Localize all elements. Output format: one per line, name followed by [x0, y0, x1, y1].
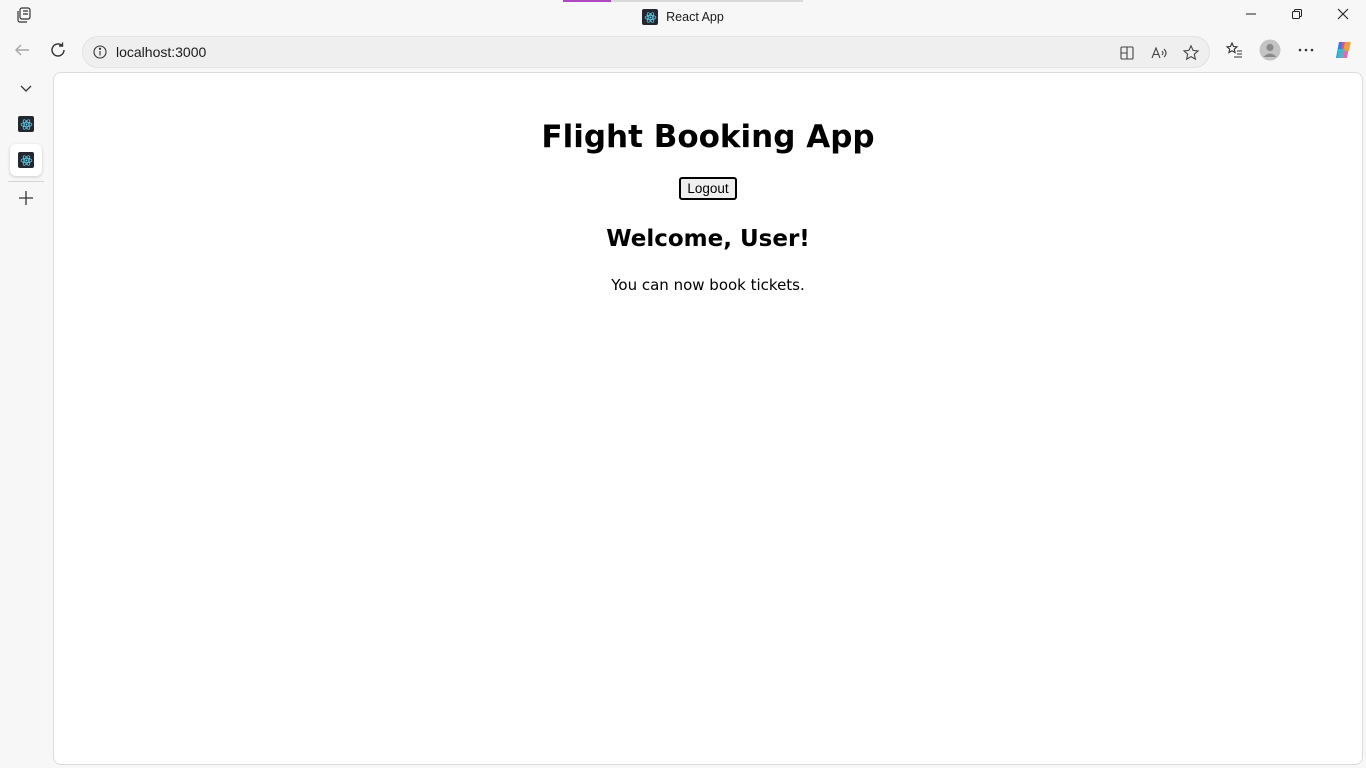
- restore-icon: [1291, 7, 1303, 25]
- favorites-icon: [1225, 41, 1243, 64]
- favorites-button[interactable]: [1218, 36, 1250, 68]
- react-icon: [642, 9, 659, 25]
- react-icon: [18, 152, 34, 168]
- star-icon[interactable]: [1179, 41, 1203, 65]
- browser-toolbar: localhost:3000: [0, 34, 1366, 70]
- copilot-button[interactable]: [1328, 36, 1360, 68]
- sidebar-divider: [8, 181, 44, 182]
- info-icon[interactable]: [92, 44, 108, 60]
- tab-loading-bar-fill: [563, 0, 611, 2]
- app-available-icon[interactable]: [1115, 41, 1139, 65]
- more-button[interactable]: [1290, 36, 1322, 68]
- window-title: React App: [0, 0, 1366, 34]
- workspaces-icon: [15, 6, 33, 29]
- chevron-down-icon: [19, 81, 33, 100]
- window-controls: [1228, 0, 1366, 32]
- close-button[interactable]: [1320, 0, 1366, 32]
- tab-react-app-1[interactable]: [10, 108, 42, 140]
- vertical-tabs-sidebar: [0, 70, 52, 768]
- restore-button[interactable]: [1274, 0, 1320, 32]
- collapse-tabs-button[interactable]: [10, 74, 42, 106]
- workspaces-button[interactable]: [10, 4, 38, 30]
- welcome-message: You can now book tickets.: [611, 276, 805, 294]
- tab-loading-bar: [563, 0, 803, 2]
- address-bar[interactable]: localhost:3000: [82, 36, 1210, 68]
- title-bar: React App: [0, 0, 1366, 34]
- close-icon: [1337, 7, 1349, 25]
- minimize-button[interactable]: [1228, 0, 1274, 32]
- new-tab-button[interactable]: [10, 184, 42, 216]
- refresh-button[interactable]: [42, 36, 74, 68]
- back-arrow-icon: [13, 41, 31, 64]
- app-root: Flight Booking App Logout Welcome, User!…: [54, 119, 1362, 294]
- read-aloud-icon[interactable]: [1147, 41, 1171, 65]
- minimize-icon: [1245, 7, 1257, 25]
- back-button[interactable]: [6, 36, 38, 68]
- profile-button[interactable]: [1254, 36, 1286, 68]
- logout-button[interactable]: Logout: [679, 177, 737, 200]
- address-url[interactable]: localhost:3000: [116, 44, 206, 60]
- plus-icon: [18, 190, 34, 211]
- profile-avatar-icon: [1259, 39, 1281, 66]
- refresh-icon: [49, 41, 67, 64]
- page-title: Flight Booking App: [541, 119, 875, 155]
- tab-react-app-2[interactable]: [10, 144, 42, 176]
- more-icon: [1297, 41, 1315, 64]
- welcome-heading: Welcome, User!: [606, 226, 810, 252]
- page-viewport: Flight Booking App Logout Welcome, User!…: [53, 72, 1363, 765]
- copilot-icon: [1333, 39, 1355, 66]
- window-title-text: React App: [666, 10, 724, 24]
- react-icon: [18, 116, 34, 132]
